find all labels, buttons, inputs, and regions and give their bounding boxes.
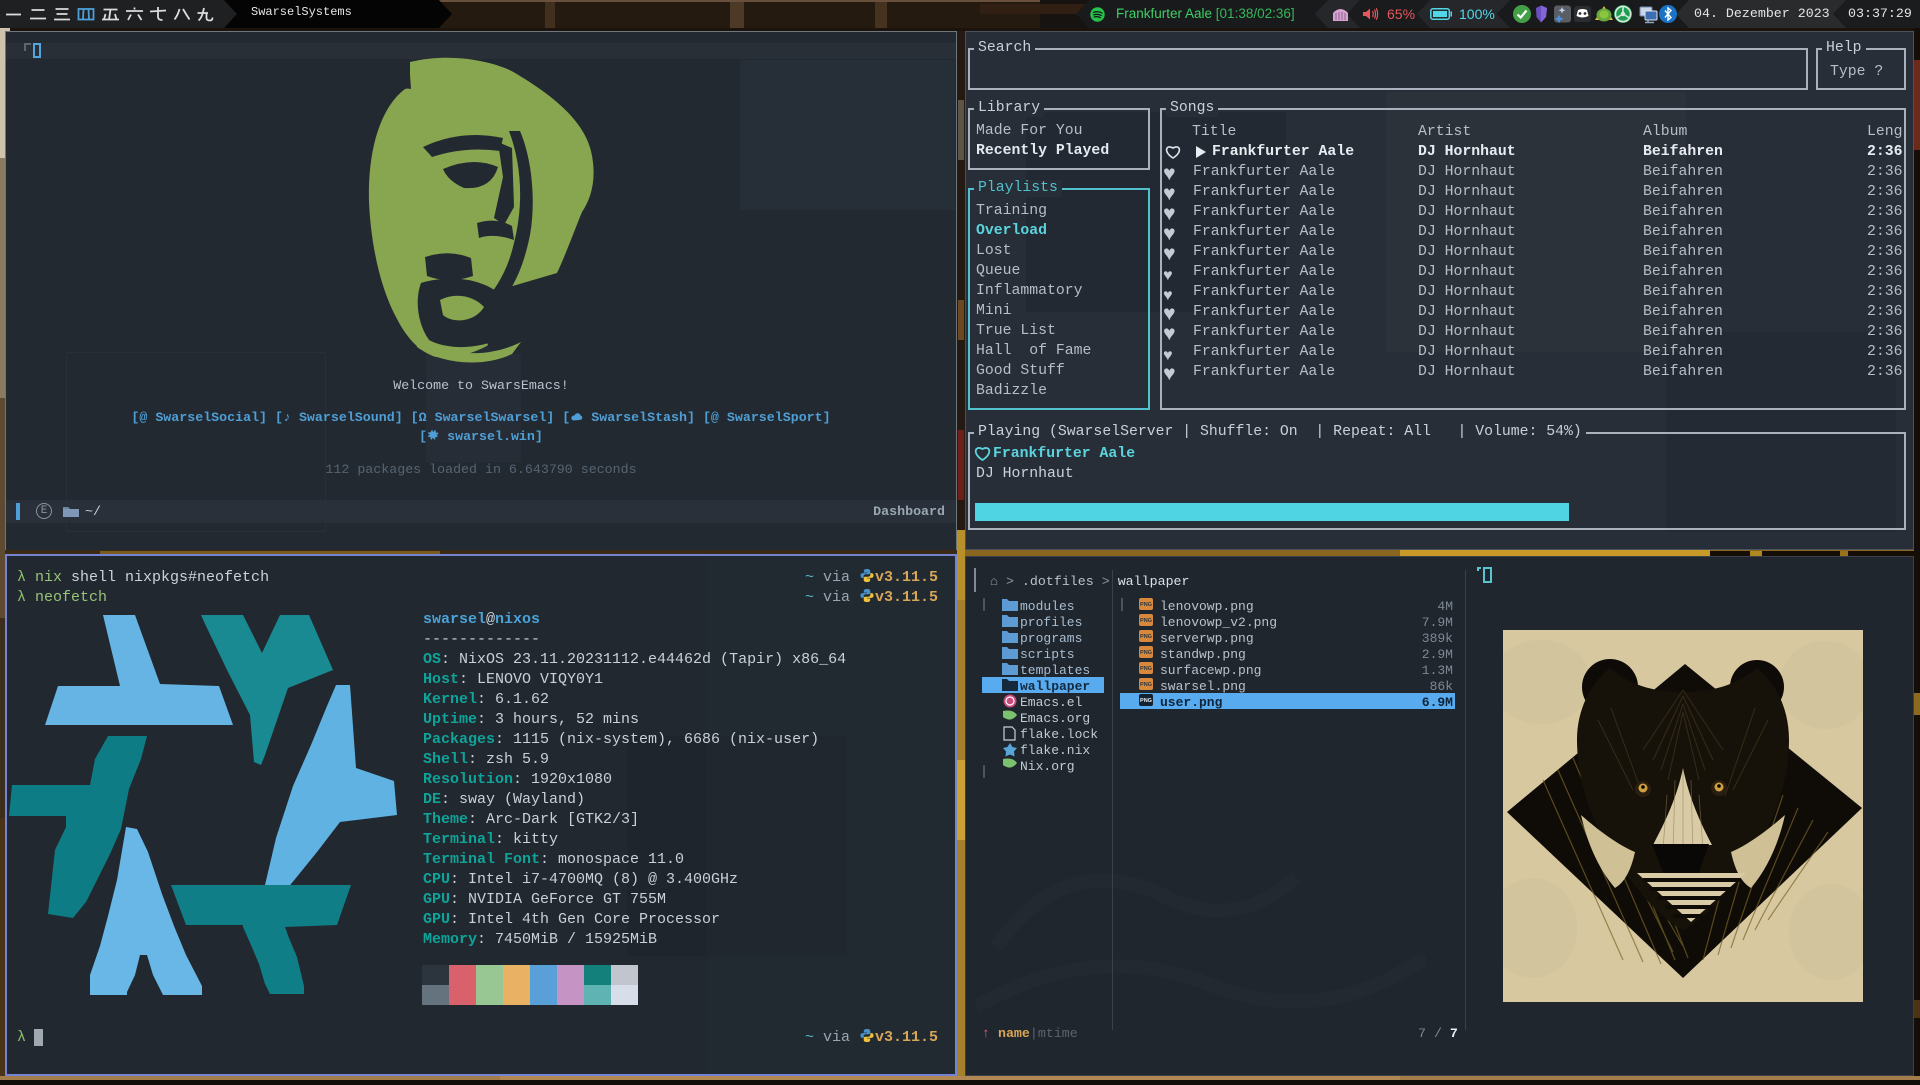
svg-text:PNG: PNG: [1140, 650, 1152, 656]
svg-text:PNG: PNG: [1140, 698, 1152, 704]
svg-text:PNG: PNG: [1140, 666, 1152, 672]
svg-text:PNG: PNG: [1140, 618, 1152, 624]
svg-text:PNG: PNG: [1140, 602, 1152, 608]
svg-text:PNG: PNG: [1140, 682, 1152, 688]
svg-text:PNG: PNG: [1140, 634, 1152, 640]
